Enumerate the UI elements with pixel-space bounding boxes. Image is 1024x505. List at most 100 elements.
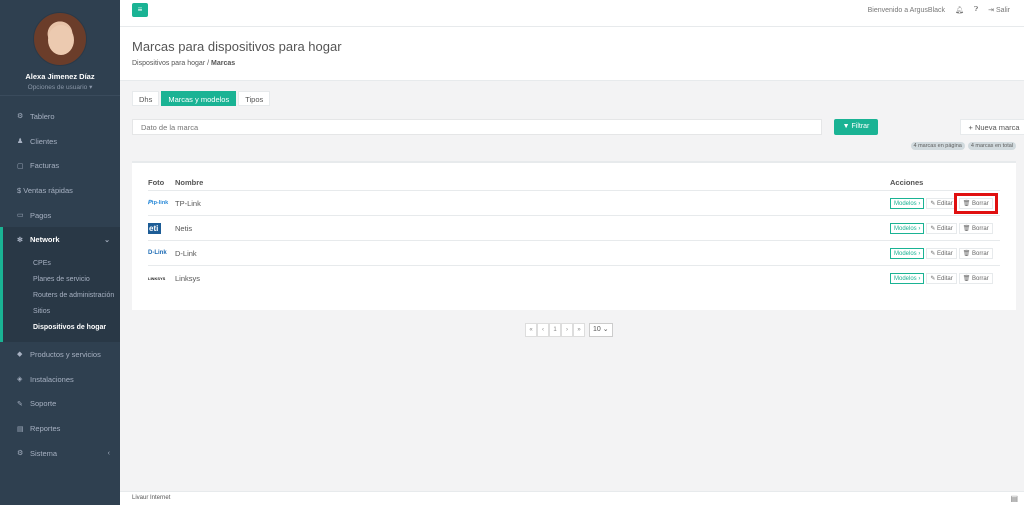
table-row: 𝑷 tp-link TP-Link Modelos › ✎ Editar 🗑︎ … xyxy=(148,191,1000,216)
edit-icon: ✎ xyxy=(930,250,936,257)
models-button[interactable]: Modelos › xyxy=(890,247,925,259)
topbar: ≡ Bienvenido a ArgusBlack 🔔︎ ❓︎ ⇥ Salir xyxy=(120,0,1024,27)
hamburger-icon: ≡ xyxy=(137,5,143,14)
sidebar-item-reportes[interactable]: ▤ Reportes xyxy=(0,416,120,441)
network-submenu: CPEs Planes de servicio Routers de admin… xyxy=(0,252,120,343)
row-actions: Modelos › ✎ Editar 🗑︎ Borrar xyxy=(890,222,1000,234)
models-button[interactable]: Modelos › xyxy=(890,197,925,209)
bell-icon[interactable]: 🔔︎ xyxy=(955,6,964,14)
filter-icon: ▼ xyxy=(842,123,850,130)
main-content: Dhs Marcas y modelos Tipos ▼ Filtrar + N… xyxy=(120,81,1024,491)
sidebar-item-productos[interactable]: ◆ Productos y servicios xyxy=(0,342,120,367)
sidebar-item-network[interactable]: ✻ Network ⌄ xyxy=(0,227,120,253)
sidebar-item-pagos[interactable]: ▭ Pagos xyxy=(0,203,120,228)
sidebar: Alexa Jimenez Díaz Opciones de usuario ▾… xyxy=(0,0,120,505)
filter-button[interactable]: ▼ Filtrar xyxy=(834,119,878,135)
delete-button[interactable]: 🗑︎ Borrar xyxy=(958,222,993,234)
help-icon[interactable]: ❓︎ xyxy=(974,6,978,14)
tab-tipos[interactable]: Tipos xyxy=(238,91,271,106)
edit-icon: ✎ xyxy=(930,200,936,207)
sidebar-item-tablero[interactable]: ⚙ Tablero xyxy=(0,104,120,129)
sidebar-sub-sitios[interactable]: Sitios xyxy=(3,304,120,320)
sidebar-item-clientes[interactable]: ♟ Clientes xyxy=(0,129,120,154)
row-actions: Modelos › ✎ Editar 🗑︎ Borrar xyxy=(890,247,1000,259)
breadcrumb-parent[interactable]: Dispositivos para hogar xyxy=(132,60,205,67)
brand-name: TP-Link xyxy=(175,198,201,208)
page-first-button[interactable]: « xyxy=(525,323,537,337)
logout-link[interactable]: ⇥ Salir xyxy=(988,6,1010,14)
edit-button[interactable]: ✎ Editar xyxy=(926,273,957,284)
brand-logo-image: D-Link xyxy=(148,250,167,256)
edit-button[interactable]: ✎ Editar xyxy=(926,247,957,259)
delete-button[interactable]: 🗑︎ Borrar xyxy=(958,247,993,259)
sidebar-item-facturas[interactable]: ▢ Facturas xyxy=(0,153,120,178)
sidebar-sub-planes[interactable]: Planes de servicio xyxy=(3,272,120,288)
sidebar-sub-routers[interactable]: Routers de administración xyxy=(3,288,120,304)
sidebar-item-sistema[interactable]: ⚙ Sistema ‹ xyxy=(0,441,120,466)
sidebar-item-soporte[interactable]: ✎ Soporte xyxy=(0,392,120,417)
table-row: D-Link D-Link Modelos › ✎ Editar 🗑︎ Borr… xyxy=(148,241,1000,266)
report-icon: ▤ xyxy=(17,425,24,433)
network-icon: ✻ xyxy=(17,236,23,244)
brand-logo-image: LINKSYS xyxy=(148,276,166,281)
wrench-icon: ✎ xyxy=(17,400,23,408)
brand-logo-image: 𝑷 tp-link xyxy=(148,199,169,207)
file-icon: ▢ xyxy=(17,162,24,170)
topbar-right: Bienvenido a ArgusBlack 🔔︎ ❓︎ ⇥ Salir xyxy=(868,6,1010,14)
models-button[interactable]: Modelos › xyxy=(890,273,925,284)
chevron-down-icon: ⌄ xyxy=(104,236,110,244)
tabs: Dhs Marcas y modelos Tipos xyxy=(132,91,1012,106)
new-brand-button[interactable]: + Nueva marca xyxy=(960,119,1024,135)
page-header: Marcas para dispositivos para hogar Disp… xyxy=(120,27,1024,81)
col-header-acciones: Acciones xyxy=(890,178,924,187)
chat-icon[interactable]: ▤ xyxy=(1010,494,1018,503)
sidebar-sub-dispositivos-hogar[interactable]: Dispositivos de hogar xyxy=(3,320,120,336)
page-last-button[interactable]: » xyxy=(573,323,585,337)
footer-text: Livaur Internet xyxy=(132,495,171,501)
breadcrumb-current: Marcas xyxy=(211,60,236,67)
brand-name: Linksys xyxy=(175,274,201,283)
table-row: eti Netis Modelos › ✎ Editar 🗑︎ Borrar xyxy=(148,216,1000,241)
badge-page-count: 4 marcas en página xyxy=(910,142,965,150)
avatar[interactable] xyxy=(33,12,87,66)
sidebar-nav: ⚙ Tablero ♟ Clientes ▢ Facturas $ Ventas rá… xyxy=(0,96,120,466)
install-icon: ◈ xyxy=(17,376,23,384)
brands-table-card: Foto Nombre Acciones 𝑷 tp-link TP-Link M… xyxy=(132,161,1016,310)
delete-button[interactable]: 🗑︎ Borrar xyxy=(958,273,993,284)
page-title: Marcas para dispositivos para hogar xyxy=(132,39,342,54)
card-icon: ▭ xyxy=(17,212,24,220)
page-size-select[interactable]: 10 ⌄ xyxy=(589,323,613,337)
edit-button[interactable]: ✎ Editar xyxy=(926,222,957,234)
menu-toggle-button[interactable]: ≡ xyxy=(132,3,148,17)
tab-dhs[interactable]: Dhs xyxy=(132,91,160,106)
breadcrumb-separator: / xyxy=(207,60,210,67)
brand-name: Netis xyxy=(175,223,193,233)
sidebar-item-instalaciones[interactable]: ◈ Instalaciones xyxy=(0,367,120,392)
sidebar-sub-cpes[interactable]: CPEs xyxy=(3,256,120,272)
trash-icon: 🗑︎ xyxy=(962,200,971,207)
tag-icon: ◆ xyxy=(17,351,23,359)
brand-search-input[interactable] xyxy=(132,119,822,135)
dashboard-icon: ⚙ xyxy=(17,113,24,121)
models-button[interactable]: Modelos › xyxy=(890,222,925,234)
table-row: LINKSYS Linksys Modelos › ✎ Editar 🗑︎ Bo… xyxy=(148,266,1000,291)
sidebar-item-ventas-rapidas[interactable]: $ Ventas rápidas xyxy=(0,178,120,203)
brand-name: D-Link xyxy=(175,248,197,258)
delete-button[interactable]: 🗑︎ Borrar xyxy=(953,192,998,214)
page-next-button[interactable]: › xyxy=(561,323,573,337)
trash-icon: 🗑︎ xyxy=(962,276,971,282)
edit-button[interactable]: ✎ Editar xyxy=(926,197,957,209)
page-prev-button[interactable]: ‹ xyxy=(537,323,549,337)
edit-icon: ✎ xyxy=(930,276,936,282)
row-actions: Modelos › ✎ Editar 🗑︎ Borrar xyxy=(890,273,1000,284)
user-options-dropdown[interactable]: Opciones de usuario ▾ xyxy=(0,83,120,91)
trash-icon: 🗑︎ xyxy=(962,250,971,257)
brand-logo-image: eti xyxy=(148,222,161,234)
tab-marcas-modelos[interactable]: Marcas y modelos xyxy=(161,91,237,106)
page-number-button[interactable]: 1 xyxy=(549,323,561,337)
cogs-icon: ⚙ xyxy=(17,450,24,458)
chevron-left-icon: ‹ xyxy=(107,449,110,457)
table-header: Foto Nombre Acciones xyxy=(148,175,1000,191)
user-name: Alexa Jimenez Díaz xyxy=(25,72,95,81)
welcome-text: Bienvenido a ArgusBlack xyxy=(867,6,946,14)
